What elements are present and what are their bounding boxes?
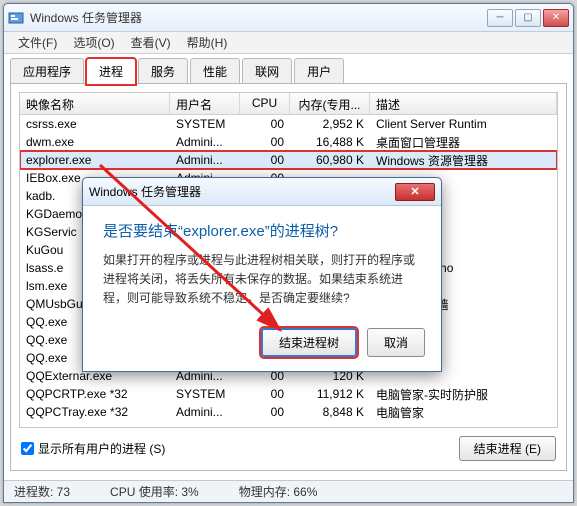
cell-desc: 桌面窗口管理器 <box>370 133 557 152</box>
tab-networking[interactable]: 联网 <box>242 58 292 84</box>
dialog-heading: 是否要结束“explorer.exe”的进程树? <box>103 220 421 241</box>
table-row[interactable]: QQPCTray.exe *32Admini...008,848 K电脑管家 <box>20 403 557 421</box>
cell-mem: 8,848 K <box>290 404 370 420</box>
col-image-name[interactable]: 映像名称 <box>20 93 170 114</box>
col-cpu[interactable]: CPU <box>240 93 290 114</box>
cell-cpu: 00 <box>240 404 290 420</box>
menu-view[interactable]: 查看(V) <box>123 32 179 53</box>
tab-processes[interactable]: 进程 <box>86 58 136 85</box>
close-button[interactable]: ✕ <box>543 9 569 27</box>
table-row[interactable]: QQPCRTP.exe *32SYSTEM0011,912 K电脑管家-实时防护… <box>20 385 557 403</box>
cell-user: SYSTEM <box>170 116 240 132</box>
statusbar: 进程数: 73 CPU 使用率: 3% 物理内存: 66% <box>4 480 573 502</box>
confirm-dialog: Windows 任务管理器 ✕ 是否要结束“explorer.exe”的进程树?… <box>82 177 442 372</box>
cell-name: dwm.exe <box>20 134 170 150</box>
cell-desc: 电脑管家-实时防护服 <box>370 385 557 404</box>
cell-desc <box>370 375 557 377</box>
cell-user: Admini... <box>170 134 240 150</box>
minimize-button[interactable]: ─ <box>487 9 513 27</box>
table-header: 映像名称 用户名 CPU 内存(专用... 描述 <box>20 93 557 115</box>
cell-cpu: 00 <box>240 116 290 132</box>
col-user[interactable]: 用户名 <box>170 93 240 114</box>
cell-desc: Client Server Runtim <box>370 116 557 132</box>
table-row[interactable]: csrss.exeSYSTEM002,952 KClient Server Ru… <box>20 115 557 133</box>
cell-cpu: 00 <box>240 152 290 168</box>
cell-mem: 16,488 K <box>290 134 370 150</box>
cell-name: QQPCTray.exe *32 <box>20 404 170 420</box>
menu-file[interactable]: 文件(F) <box>10 32 65 53</box>
status-memory-usage: 物理内存: 66% <box>239 483 318 500</box>
cancel-button[interactable]: 取消 <box>367 328 425 357</box>
cell-user: Admini... <box>170 152 240 168</box>
show-all-users-checkbox[interactable] <box>21 442 34 455</box>
status-cpu-usage: CPU 使用率: 3% <box>110 483 199 500</box>
cell-user: Admini... <box>170 404 240 420</box>
dialog-body-text: 如果打开的程序或进程与此进程树相关联，则打开的程序或进程将关闭，将丢失所有未保存… <box>103 251 421 309</box>
bottom-controls: 显示所有用户的进程 (S) 结束进程 (E) <box>21 434 556 462</box>
menu-options[interactable]: 选项(O) <box>65 32 122 53</box>
end-process-tree-button[interactable]: 结束进程树 <box>261 328 357 357</box>
cell-desc: Windows 资源管理器 <box>370 151 557 170</box>
table-row[interactable]: dwm.exeAdmini...0016,488 K桌面窗口管理器 <box>20 133 557 151</box>
menu-help[interactable]: 帮助(H) <box>179 32 236 53</box>
status-process-count: 进程数: 73 <box>14 483 70 500</box>
tab-services[interactable]: 服务 <box>138 58 188 84</box>
tab-users[interactable]: 用户 <box>294 58 344 84</box>
dialog-title: Windows 任务管理器 <box>89 183 395 200</box>
table-row[interactable]: explorer.exeAdmini...0060,980 KWindows 资… <box>20 151 557 169</box>
col-memory[interactable]: 内存(专用... <box>290 93 370 114</box>
cell-name: QQPCRTP.exe *32 <box>20 386 170 402</box>
tab-performance[interactable]: 性能 <box>190 58 240 84</box>
cell-user: SYSTEM <box>170 386 240 402</box>
cell-mem: 2,952 K <box>290 116 370 132</box>
tabstrip: 应用程序 进程 服务 性能 联网 用户 <box>10 58 567 84</box>
window-title: Windows 任务管理器 <box>30 9 487 26</box>
maximize-button[interactable]: ▢ <box>515 9 541 27</box>
menubar: 文件(F) 选项(O) 查看(V) 帮助(H) <box>4 32 573 54</box>
titlebar[interactable]: Windows 任务管理器 ─ ▢ ✕ <box>4 4 573 32</box>
cell-desc: 电脑管家 <box>370 403 557 422</box>
cell-mem: 11,912 K <box>290 386 370 402</box>
app-icon <box>8 10 24 26</box>
col-description[interactable]: 描述 <box>370 93 557 114</box>
cell-name: csrss.exe <box>20 116 170 132</box>
show-all-users-label: 显示所有用户的进程 (S) <box>38 440 165 457</box>
cell-cpu: 00 <box>240 386 290 402</box>
cell-cpu: 00 <box>240 134 290 150</box>
end-process-button[interactable]: 结束进程 (E) <box>459 436 556 461</box>
cell-mem: 60,980 K <box>290 152 370 168</box>
dialog-titlebar[interactable]: Windows 任务管理器 ✕ <box>83 178 441 206</box>
dialog-close-button[interactable]: ✕ <box>395 183 435 201</box>
tab-applications[interactable]: 应用程序 <box>10 58 84 84</box>
cell-name: explorer.exe <box>20 152 170 168</box>
